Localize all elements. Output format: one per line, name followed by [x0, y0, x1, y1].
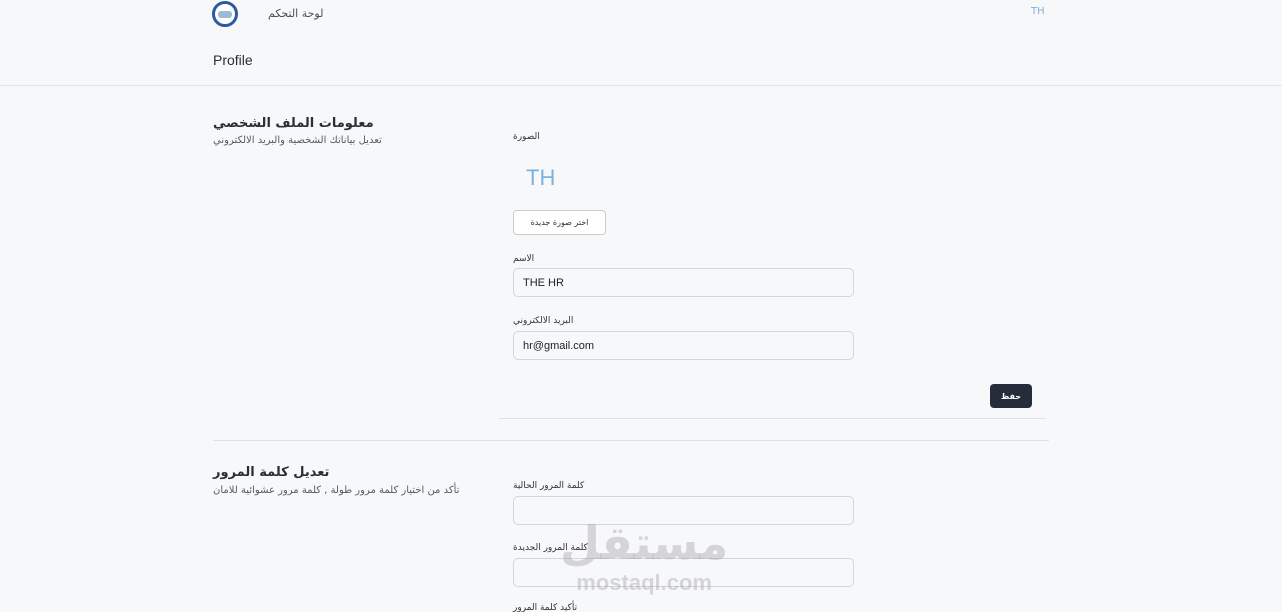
top-bar: لوحة التحكم TH Profile	[0, 0, 1282, 86]
watermark: مستقل mostaql.com	[560, 520, 728, 596]
logo-icon[interactable]	[212, 1, 238, 27]
choose-photo-button[interactable]: اختر صورة جديدة	[513, 210, 606, 235]
current-password-label: كلمة المرور الحالية	[513, 481, 585, 491]
password-section-title: تعديل كلمة المرور	[213, 465, 330, 480]
photo-label: الصورة	[513, 132, 540, 142]
profile-section-description: تعديل بياناتك الشخصية والبريد الالكتروني	[213, 135, 382, 146]
password-section-description: تأكد من اختيار كلمة مرور طولة , كلمة مرو…	[213, 485, 460, 496]
section-divider	[213, 440, 1049, 441]
watermark-latin: mostaql.com	[576, 570, 712, 595]
avatar: TH	[526, 165, 556, 190]
save-button[interactable]: حفظ	[990, 384, 1032, 408]
profile-section-title: معلومات الملف الشخصي	[213, 116, 374, 131]
watermark-arabic: مستقل	[560, 516, 729, 570]
name-field[interactable]: THE HR	[513, 268, 854, 297]
form-card-divider	[499, 418, 1046, 419]
confirm-password-label: تأكيد كلمة المرور	[513, 603, 578, 612]
page-title: Profile	[213, 52, 253, 68]
nav-link-dashboard[interactable]: لوحة التحكم	[268, 7, 323, 20]
email-field[interactable]: hr@gmail.com	[513, 331, 854, 360]
name-label: الاسم	[513, 254, 535, 264]
email-label: البريد الالكتروني	[513, 316, 574, 326]
user-menu[interactable]: TH	[1031, 6, 1045, 17]
